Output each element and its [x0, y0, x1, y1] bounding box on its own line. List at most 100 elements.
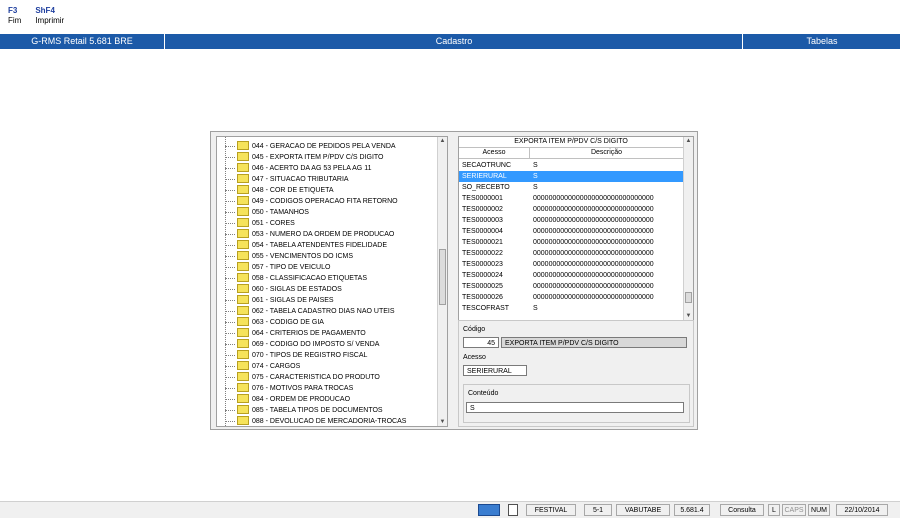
grid-row[interactable]: TES0000002 000000000000000000000000000000…: [459, 204, 683, 215]
screen-title: Cadastro: [164, 34, 743, 49]
tree-item[interactable]: 076 - MOTIVOS PARA TROCAS: [225, 382, 354, 394]
tree-item[interactable]: 045 - EXPORTA ITEM P/PDV C/S DIGITO: [225, 151, 384, 163]
hotkey-end[interactable]: F3 Fim: [0, 0, 27, 32]
grid-row[interactable]: TES0000024 000000000000000000000000000000…: [459, 270, 683, 281]
records-grid[interactable]: EXPORTA ITEM P/PDV C/S DIGITO Acesso Des…: [458, 136, 694, 321]
tree-item-label: 060 - SIGLAS DE ESTADOS: [252, 286, 342, 293]
tree-item-label: 057 - TIPO DE VEICULO: [252, 264, 331, 271]
grid-row[interactable]: TES0000021 000000000000000000000000000000…: [459, 237, 683, 248]
grid-row[interactable]: SO_RECEBTO S: [459, 182, 683, 193]
tree-item[interactable]: 053 - NUMERO DA ORDEM DE PRODUCAO: [225, 228, 395, 240]
scroll-down-icon[interactable]: ▼: [684, 312, 693, 320]
hotkey-label: Fim: [8, 16, 22, 25]
table-tree[interactable]: 044 - GERACAO DE PEDIDOS PELA VENDA 045 -…: [216, 136, 448, 427]
tree-item[interactable]: 044 - GERACAO DE PEDIDOS PELA VENDA: [225, 140, 396, 152]
scroll-up-icon[interactable]: ▲: [438, 137, 447, 145]
grid-cell-descricao: S: [533, 184, 538, 191]
tree-item-label: 053 - NUMERO DA ORDEM DE PRODUCAO: [252, 231, 395, 238]
tree-item[interactable]: 063 - CODIGO DE GIA: [225, 316, 324, 328]
grid-row[interactable]: TESCOFRAST S: [459, 303, 683, 314]
grid-cell-descricao: 0000000000000000000000000000000: [533, 239, 654, 246]
tree-item-label: 069 - CODIGO DO IMPOSTO S/ VENDA: [252, 341, 380, 348]
tree-item[interactable]: 075 - CARACTERISTICA DO PRODUTO: [225, 371, 380, 383]
hotkey-label: Imprimir: [35, 16, 65, 25]
tree-item[interactable]: 085 - TABELA TIPOS DE DOCUMENTOS: [225, 404, 383, 416]
grid-cell-acesso: SO_RECEBTO: [462, 184, 510, 191]
tree-item-label: 084 - ORDEM DE PRODUCAO: [252, 396, 351, 403]
scroll-up-icon[interactable]: ▲: [684, 137, 693, 145]
tree-item-label: 088 - DEVOLUCAO DE MERCADORIA-TROCAS: [252, 418, 407, 425]
tree-item[interactable]: 069 - CODIGO DO IMPOSTO S/ VENDA: [225, 338, 380, 350]
grid-row[interactable]: SECAOTRUNC S: [459, 160, 683, 171]
tree-item-label: 045 - EXPORTA ITEM P/PDV C/S DIGITO: [252, 154, 384, 161]
tree-connector: [225, 333, 235, 334]
grid-row[interactable]: SERIERURAL S: [459, 171, 683, 182]
grid-cell-descricao: 0000000000000000000000000000000: [533, 217, 654, 224]
grid-cell-descricao: 0000000000000000000000000000000: [533, 272, 654, 279]
grid-row[interactable]: TES0000022 000000000000000000000000000000…: [459, 248, 683, 259]
tree-item[interactable]: 055 - VENCIMENTOS DO ICMS: [225, 250, 353, 262]
status-num: NUM: [808, 504, 830, 516]
grid-row[interactable]: TES0000023 000000000000000000000000000000…: [459, 259, 683, 270]
tree-item-label: 076 - MOTIVOS PARA TROCAS: [252, 385, 354, 392]
tree-item-label: 044 - GERACAO DE PEDIDOS PELA VENDA: [252, 143, 396, 150]
tree-item-label: 051 - CORES: [252, 220, 295, 227]
column-header-acesso[interactable]: Acesso: [459, 148, 530, 159]
folder-icon: [237, 371, 249, 381]
scroll-thumb[interactable]: [685, 292, 692, 303]
tree-item[interactable]: 060 - SIGLAS DE ESTADOS: [225, 283, 342, 295]
grid-cell-acesso: TES0000023: [462, 261, 503, 268]
acesso-field[interactable]: SERIERURAL: [463, 365, 527, 376]
tree-item[interactable]: 070 - TIPOS DE REGISTRO FISCAL: [225, 349, 367, 361]
tree-item[interactable]: 088 - DEVOLUCAO DE MERCADORIA-TROCAS: [225, 415, 407, 426]
tree-scrollbar[interactable]: ▲ ▼: [437, 137, 447, 426]
folder-icon: [237, 349, 249, 359]
tree-item[interactable]: 048 - COR DE ETIQUETA: [225, 184, 334, 196]
conteudo-field[interactable]: S: [466, 402, 684, 413]
tree-item[interactable]: 058 - CLASSIFICACAO ETIQUETAS: [225, 272, 367, 284]
tree-item[interactable]: 054 - TABELA ATENDENTES FIDELIDADE: [225, 239, 387, 251]
tree-item[interactable]: 057 - TIPO DE VEICULO: [225, 261, 331, 273]
grid-scrollbar[interactable]: ▲ ▼: [683, 137, 693, 320]
codigo-field[interactable]: 45: [463, 337, 499, 348]
tree-item[interactable]: 050 - TAMANHOS: [225, 206, 309, 218]
grid-cell-acesso: SERIERURAL: [462, 173, 507, 180]
app-title: G-RMS Retail 5.681 BRE: [31, 36, 133, 46]
tree-connector: [225, 267, 235, 268]
hotkey-bar: F3 Fim ShF4 Imprimir: [0, 0, 70, 32]
tree-item-label: 049 - CODIGOS OPERACAO FITA RETORNO: [252, 198, 398, 205]
column-header-descricao[interactable]: Descrição: [530, 148, 683, 159]
tree-item-label: 061 - SIGLAS DE PAISES: [252, 297, 334, 304]
tree-item[interactable]: 051 - CORES: [225, 217, 295, 229]
grid-row[interactable]: TES0000001 000000000000000000000000000000…: [459, 193, 683, 204]
tree-item-label: 047 - SITUACAO TRIBUTARIA: [252, 176, 349, 183]
folder-icon: [237, 294, 249, 304]
scroll-down-icon[interactable]: ▼: [438, 418, 447, 426]
tree-item-label: 074 - CARGOS: [252, 363, 301, 370]
tree-item[interactable]: 046 - ACERTO DA AG 53 PELA AG 11: [225, 162, 371, 174]
tree-item[interactable]: 049 - CODIGOS OPERACAO FITA RETORNO: [225, 195, 398, 207]
folder-icon: [237, 206, 249, 216]
tree-connector: [225, 157, 235, 158]
grid-row[interactable]: TES0000004 000000000000000000000000000000…: [459, 226, 683, 237]
grid-row[interactable]: TES0000026 000000000000000000000000000000…: [459, 292, 683, 303]
tree-item-label: 062 - TABELA CADASTRO DIAS NAO UTEIS: [252, 308, 395, 315]
tree-connector: [225, 322, 235, 323]
status-version: 5.681.4: [674, 504, 710, 516]
tree-item[interactable]: 061 - SIGLAS DE PAISES: [225, 294, 334, 306]
grid-row[interactable]: TES0000003 000000000000000000000000000000…: [459, 215, 683, 226]
scroll-thumb[interactable]: [439, 249, 446, 305]
tree-connector: [225, 289, 235, 290]
tree-item[interactable]: 084 - ORDEM DE PRODUCAO: [225, 393, 351, 405]
tree-item[interactable]: 062 - TABELA CADASTRO DIAS NAO UTEIS: [225, 305, 395, 317]
grid-row[interactable]: TES0000025 000000000000000000000000000000…: [459, 281, 683, 292]
grid-cell-acesso: TES0000003: [462, 217, 503, 224]
tree-item[interactable]: 047 - SITUACAO TRIBUTARIA: [225, 173, 349, 185]
tree-item[interactable]: 064 - CRITERIOS DE PAGAMENTO: [225, 327, 366, 339]
tree-connector: [225, 399, 235, 400]
folder-icon: [237, 250, 249, 260]
tree-item-label: 064 - CRITERIOS DE PAGAMENTO: [252, 330, 366, 337]
hotkey-print[interactable]: ShF4 Imprimir: [27, 0, 70, 32]
codigo-description-field: EXPORTA ITEM P/PDV C/S DIGITO: [501, 337, 687, 348]
tree-item[interactable]: 074 - CARGOS: [225, 360, 301, 372]
